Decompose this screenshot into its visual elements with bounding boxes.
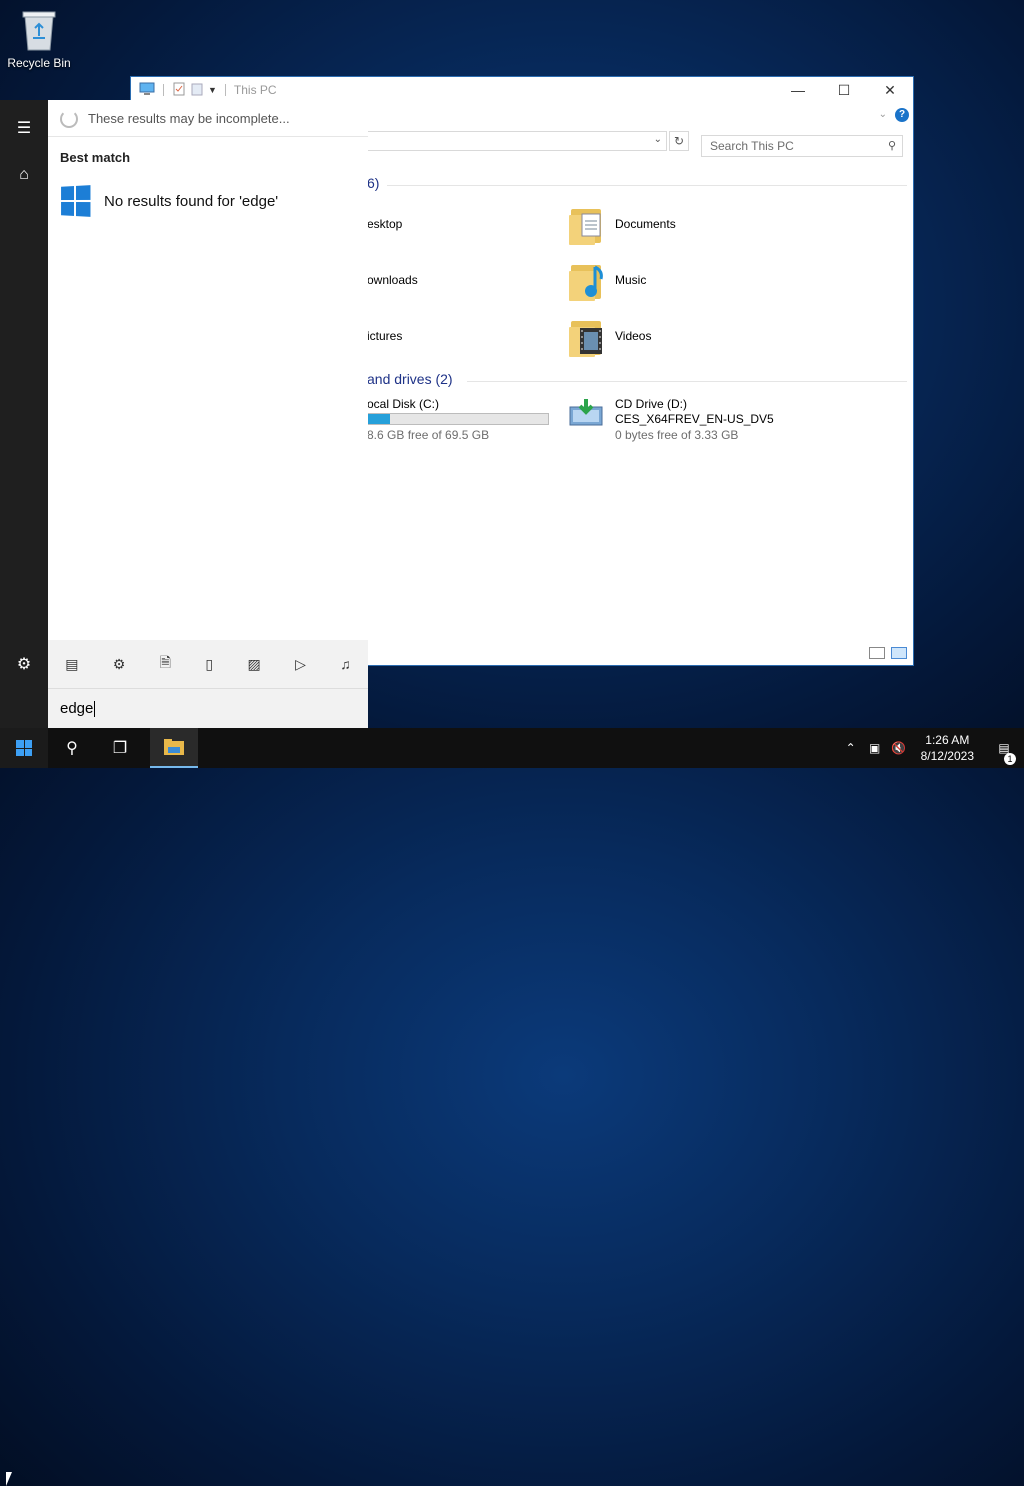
videos-filter-icon[interactable]: ▷ (295, 656, 306, 673)
network-error-icon[interactable]: ▣ (863, 741, 887, 755)
videos-folder-icon[interactable] (569, 317, 603, 357)
folder-pictures[interactable]: ictures (367, 329, 402, 343)
start-left-rail: ☰ ⌂ ⚙ (0, 100, 48, 728)
search-results-pane: These results may be incomplete... Best … (48, 100, 368, 728)
no-results-text: No results found for 'edge' (104, 192, 279, 210)
cd-drive-icon[interactable] (569, 397, 605, 434)
minimize-button[interactable]: — (775, 77, 821, 103)
music-filter-icon[interactable]: ♫ (340, 656, 351, 672)
group-divider (387, 185, 907, 186)
tablet-filter-icon[interactable]: ▯ (205, 656, 213, 673)
system-tray: ⌃ ▣ 🔇 1:26 AM 8/12/2023 ▤ 1 (839, 728, 1024, 768)
maximize-button[interactable]: ☐ (821, 77, 867, 103)
toolbar-divider (163, 84, 164, 96)
address-bar[interactable]: ⌄ (367, 131, 667, 151)
search-status-bar: These results may be incomplete... (48, 100, 368, 137)
windows-start-icon (16, 740, 32, 756)
expand-ribbon-icon[interactable]: ⌄ (879, 109, 887, 120)
search-taskbar-button[interactable]: ⚲ (48, 728, 96, 768)
window-title: This PC (233, 83, 277, 97)
search-status-text: These results may be incomplete... (88, 111, 290, 126)
large-icons-view-icon[interactable] (891, 647, 907, 659)
task-view-icon: ❐ (112, 740, 128, 757)
disk-usage-bar (367, 413, 549, 425)
customize-toolbar-icon[interactable]: ▼ (208, 85, 217, 95)
search-input[interactable]: Search This PC ⚲ (701, 135, 903, 157)
action-center-button[interactable]: ▤ 1 (984, 741, 1024, 765)
clock[interactable]: 1:26 AM 8/12/2023 (911, 732, 984, 764)
recycle-bin-icon (19, 8, 59, 52)
help-icon[interactable]: ? (895, 108, 909, 122)
search-query-text: edge (60, 700, 94, 717)
file-explorer-taskbar-button[interactable] (150, 728, 198, 768)
best-match-result[interactable]: No results found for 'edge' (60, 185, 279, 217)
search-filter-bar: ▤ ⚙ 🗎 ▯ ▨ ▷ ♫ (48, 640, 368, 688)
view-switcher (869, 647, 907, 659)
apps-filter-icon[interactable]: ▤ (65, 656, 78, 673)
clock-date: 8/12/2023 (920, 749, 974, 763)
folder-icon (164, 739, 184, 755)
cd-drive-d[interactable]: CD Drive (D:) (615, 397, 687, 411)
disk-free-space: 8.6 GB free of 69.5 GB (367, 428, 490, 442)
folder-videos[interactable]: Videos (615, 329, 651, 343)
start-button[interactable] (0, 728, 48, 768)
settings-gear-icon[interactable]: ⚙ (0, 654, 48, 674)
quick-access-toolbar: ▼ (139, 82, 230, 99)
settings-filter-icon[interactable]: ⚙ (113, 656, 126, 673)
hamburger-menu-icon[interactable]: ☰ (0, 118, 48, 138)
mouse-cursor-icon (6, 1472, 12, 1486)
best-match-heading: Best match (60, 150, 131, 165)
chevron-down-icon[interactable]: ⌄ (654, 134, 662, 145)
cd-drive-free-space: 0 bytes free of 3.33 GB (615, 428, 739, 442)
music-folder-icon[interactable] (569, 261, 603, 301)
drives-group-header[interactable]: and drives (2) (367, 371, 453, 387)
volume-muted-icon[interactable]: 🔇 (887, 741, 911, 755)
photos-filter-icon[interactable]: ▨ (247, 656, 260, 673)
folder-documents[interactable]: Documents (615, 217, 676, 231)
folder-desktop[interactable]: esktop (367, 217, 402, 231)
taskbar: ⚲ ❐ ⌃ ▣ 🔇 1:26 AM 8/12/2023 ▤ 1 (0, 728, 1024, 1486)
home-icon[interactable]: ⌂ (0, 166, 48, 184)
documents-filter-icon[interactable]: 🗎 (160, 652, 171, 676)
search-placeholder: Search This PC (710, 139, 794, 153)
properties-icon[interactable] (172, 82, 186, 99)
search-icon: ⚲ (887, 140, 896, 152)
search-icon: ⚲ (66, 740, 78, 757)
search-query-input[interactable]: edge (48, 688, 368, 728)
documents-folder-icon[interactable] (569, 205, 603, 245)
show-hidden-icons-icon[interactable]: ⌃ (839, 741, 863, 755)
new-folder-icon[interactable] (190, 82, 204, 99)
local-disk-c[interactable]: ocal Disk (C:) (367, 397, 439, 411)
recycle-bin-desktop-icon[interactable]: Recycle Bin (6, 6, 72, 70)
refresh-button[interactable]: ↻ (669, 131, 689, 151)
group-divider (467, 381, 907, 382)
folder-downloads[interactable]: ownloads (367, 273, 418, 287)
clock-time: 1:26 AM (925, 733, 970, 747)
folder-music[interactable]: Music (615, 273, 646, 287)
loading-spinner-icon (60, 110, 78, 128)
close-button[interactable]: ✕ (867, 77, 913, 103)
recycle-bin-label: Recycle Bin (7, 56, 71, 70)
task-view-button[interactable]: ❐ (96, 728, 144, 768)
details-view-icon[interactable] (869, 647, 885, 659)
toolbar-divider (224, 84, 226, 96)
text-caret (94, 701, 96, 718)
notification-count-badge: 1 (1004, 753, 1016, 765)
folders-group-header[interactable]: 6) (367, 175, 379, 191)
windows-logo-icon (61, 185, 91, 217)
computer-icon (139, 82, 155, 99)
cd-drive-label: CES_X64FREV_EN-US_DV5 (615, 412, 774, 426)
